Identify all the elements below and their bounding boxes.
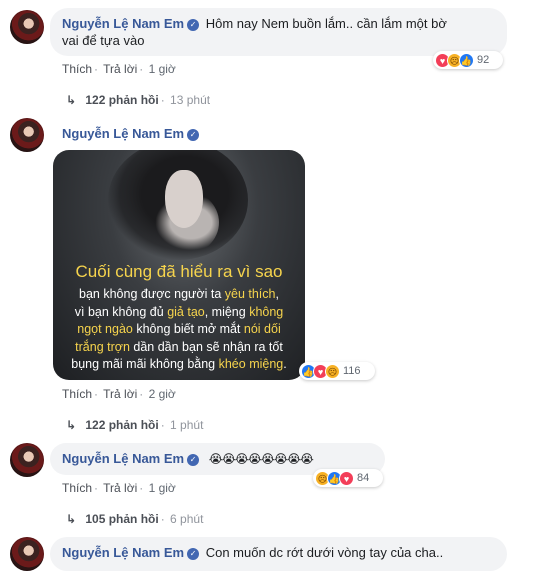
comment-time[interactable]: 1 giờ [149,62,176,76]
verified-badge-icon: ✓ [187,19,200,31]
comment-actions: Thích · Trả lời · 1 giờ [62,481,176,495]
like-icon: 👍 [459,52,474,68]
reply-time: 6 phút [170,512,204,526]
like-link[interactable]: Thích [62,62,92,76]
quote-line: ngọt ngào không biết mở mắt nói dối [77,322,281,336]
comment-time[interactable]: 2 giờ [149,387,176,401]
image-headline: Cuối cùng đã hiểu ra vì sao [75,262,283,281]
reply-link[interactable]: Trả lời [103,62,137,76]
avatar[interactable] [10,443,44,477]
view-replies-link[interactable]: ↳ 122 phản hồi · 1 phút [66,418,203,432]
like-link[interactable]: Thích [62,481,92,495]
view-replies-link[interactable]: ↳ 122 phản hồi · 13 phút [66,93,210,107]
comment-actions: Thích · Trả lời · 2 giờ [62,387,176,401]
comment-time[interactable]: 1 giờ [149,481,176,495]
reply-arrow-icon: ↳ [66,512,77,526]
avatar[interactable] [10,537,44,571]
reaction-count: 92 [477,54,490,66]
reply-link[interactable]: Trả lời [103,387,137,401]
avatar[interactable] [10,10,44,44]
author-name[interactable]: Nguyễn Lệ Nam Em [62,545,184,560]
comment-text: Hôm nay Nem buồn lắm.. cần lắm một bờ [205,16,447,31]
sad-icon: ☹ [325,363,340,379]
reply-arrow-icon: ↳ [66,93,77,107]
reaction-count: 84 [357,472,370,484]
reply-arrow-icon: ↳ [66,418,77,432]
reply-link[interactable]: Trả lời [103,481,137,495]
comment-bubble: Nguyễn Lệ Nam Em ✓ Hôm nay Nem buồn lắm..… [50,8,507,56]
love-icon: ♥ [339,470,354,486]
image-face [165,170,203,228]
image-quote: bạn không được người ta yêu thích, vì bạ… [61,286,297,374]
comment-actions: Thích · Trả lời · 1 giờ [62,62,176,76]
author-name[interactable]: Nguyễn Lệ Nam Em [62,451,184,466]
comment-bubble: Nguyễn Lệ Nam Em ✓ Con muốn dc rớt dưới v… [50,537,507,571]
author-name[interactable]: Nguyễn Lệ Nam Em ✓ [62,126,202,141]
reply-count: 122 phản hồi [85,418,159,432]
author-name[interactable]: Nguyễn Lệ Nam Em [62,16,184,31]
quote-line: bạn không được người ta yêu thích, [79,287,279,301]
reaction-count: 116 [343,365,361,377]
reply-time: 1 phút [170,418,204,432]
reply-time: 13 phút [170,93,211,107]
verified-badge-icon: ✓ [187,129,200,141]
avatar[interactable] [10,118,44,152]
comment-text: Con muốn dc rớt dưới vòng tay của cha.. [205,545,444,560]
comment-text-continued: vai để tựa vào [62,33,145,48]
crying-emoji-text: 😭😭😭😭😭😭😭😭 [208,452,314,466]
reply-count: 105 phản hồi [85,512,159,526]
verified-badge-icon: ✓ [187,548,200,560]
reaction-summary[interactable]: ♥ ☹ 👍 92 [433,51,503,69]
like-link[interactable]: Thích [62,387,92,401]
verified-badge-icon: ✓ [187,454,200,466]
reaction-summary[interactable]: ☹ 👍 ♥ 84 [313,469,383,487]
quote-line: bụng mãi mãi không bằng khéo miệng. [71,357,287,371]
view-replies-link[interactable]: ↳ 105 phản hồi · 6 phút [66,512,203,526]
quote-line: trắng trợn dần dần bạn sẽ nhận ra tốt [75,339,283,354]
reaction-summary[interactable]: 👍 ♥ ☹ 116 [299,362,375,380]
comment-image[interactable]: Cuối cùng đã hiểu ra vì sao bạn không đư… [53,150,305,380]
reply-count: 122 phản hồi [85,93,159,107]
quote-line: vì bạn không đủ giả tạo, miệng không [74,304,284,319]
